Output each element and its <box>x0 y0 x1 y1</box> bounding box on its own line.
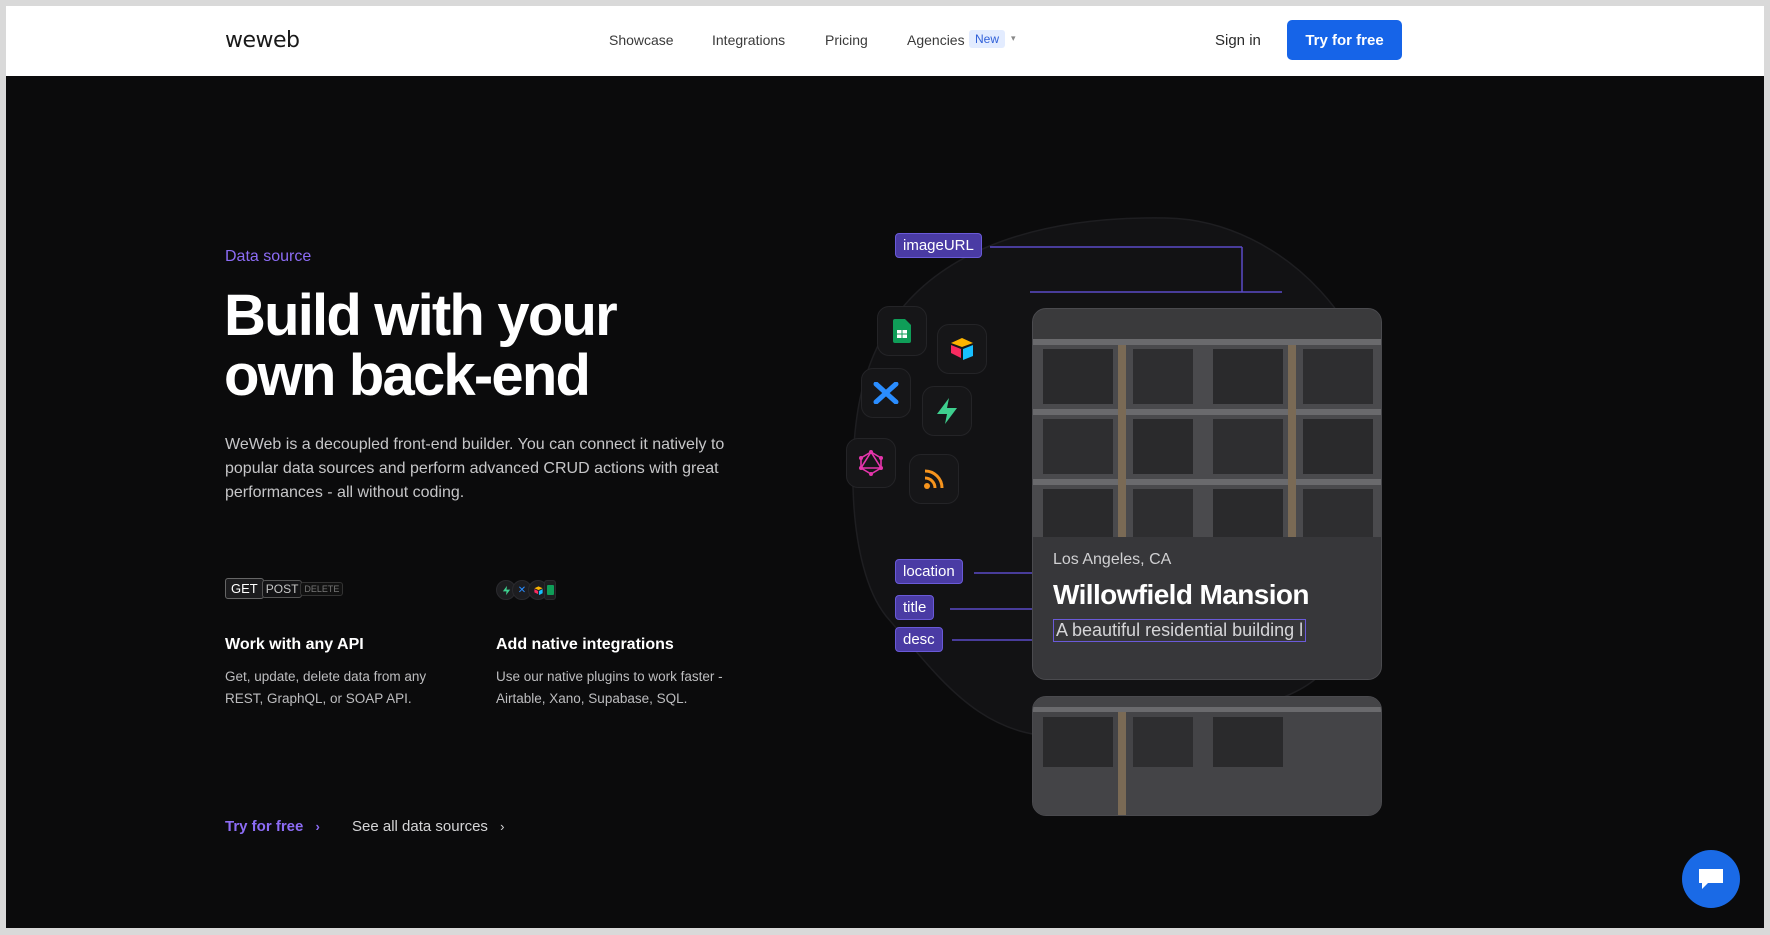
card-title: Willowfield Mansion <box>1053 579 1310 610</box>
desc-tag: desc <box>895 627 943 652</box>
imageurl-tag: imageURL <box>895 233 982 258</box>
browser-frame: weweb Showcase Integrations Pricing Agen… <box>6 6 1764 928</box>
graphql-icon <box>846 438 896 488</box>
card-details: Los Angeles, CA Willowfield Mansion A be… <box>1033 537 1381 679</box>
location-tag: location <box>895 559 963 584</box>
building-photo-secondary <box>1033 697 1381 815</box>
card-description: A beautiful residential building l <box>1053 619 1307 642</box>
chat-icon <box>1699 869 1723 889</box>
chat-launcher-button[interactable] <box>1682 850 1740 908</box>
title-tag: title <box>895 595 935 620</box>
property-card: Los Angeles, CA Willowfield Mansion A be… <box>1032 308 1382 680</box>
card-location: Los Angeles, CA <box>1053 551 1172 568</box>
supabase-icon <box>922 386 972 436</box>
airtable-icon <box>937 324 987 374</box>
building-photo <box>1033 309 1381 537</box>
xano-icon <box>861 368 911 418</box>
google-sheets-icon <box>877 306 927 356</box>
rss-icon <box>909 454 959 504</box>
property-card-secondary <box>1032 696 1382 816</box>
